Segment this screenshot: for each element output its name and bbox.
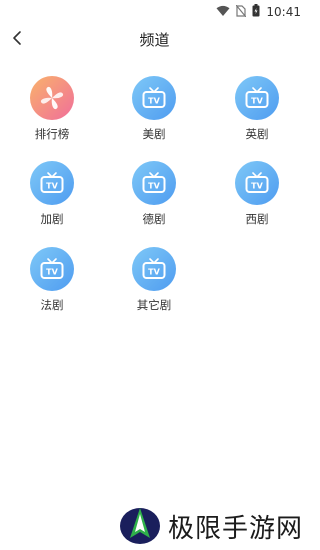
channel-item-ca[interactable]: TV 加剧	[12, 161, 92, 231]
watermark: 极限手游网	[118, 500, 308, 548]
channel-label: 美剧	[142, 127, 166, 141]
tv-icon: TV	[132, 247, 176, 291]
svg-text:TV: TV	[251, 97, 263, 106]
no-sim-icon	[235, 2, 247, 21]
tv-icon: TV	[235, 161, 279, 205]
channel-label: 加剧	[40, 212, 64, 226]
svg-text:TV: TV	[251, 182, 263, 191]
channel-item-fr[interactable]: TV 法剧	[12, 247, 92, 317]
tv-icon: TV	[132, 76, 176, 120]
status-icons: 10:41	[216, 2, 301, 21]
svg-text:TV: TV	[46, 182, 58, 191]
svg-text:TV: TV	[148, 182, 160, 191]
channel-item-de[interactable]: TV 德剧	[114, 161, 194, 231]
tv-icon: TV	[30, 247, 74, 291]
channel-label: 法剧	[40, 298, 64, 312]
battery-icon	[252, 2, 260, 21]
channel-item-uk[interactable]: TV 英剧	[217, 76, 297, 146]
ranking-icon	[30, 76, 74, 120]
watermark-logo-icon	[120, 508, 160, 544]
svg-text:TV: TV	[46, 268, 58, 277]
channel-label: 西剧	[245, 212, 269, 226]
channel-label: 其它剧	[136, 298, 172, 312]
tv-icon: TV	[132, 161, 176, 205]
tv-icon: TV	[30, 161, 74, 205]
channel-item-us[interactable]: TV 美剧	[114, 76, 194, 146]
channel-label: 排行榜	[34, 127, 70, 141]
channel-item-other[interactable]: TV 其它剧	[114, 247, 194, 317]
tv-icon: TV	[235, 76, 279, 120]
svg-text:TV: TV	[148, 268, 160, 277]
channel-item-ranking[interactable]: 排行榜	[12, 76, 92, 146]
wifi-icon	[216, 2, 230, 21]
nav-bar: 频道	[0, 22, 309, 56]
channel-item-es[interactable]: TV 西剧	[217, 161, 297, 231]
channel-label: 英剧	[245, 127, 269, 141]
status-time: 10:41	[266, 4, 301, 19]
svg-text:TV: TV	[148, 97, 160, 106]
status-bar: 10:41	[0, 0, 309, 20]
page-title: 频道	[139, 31, 170, 49]
watermark-text: 极限手游网	[168, 514, 304, 544]
channel-label: 德剧	[142, 212, 166, 226]
